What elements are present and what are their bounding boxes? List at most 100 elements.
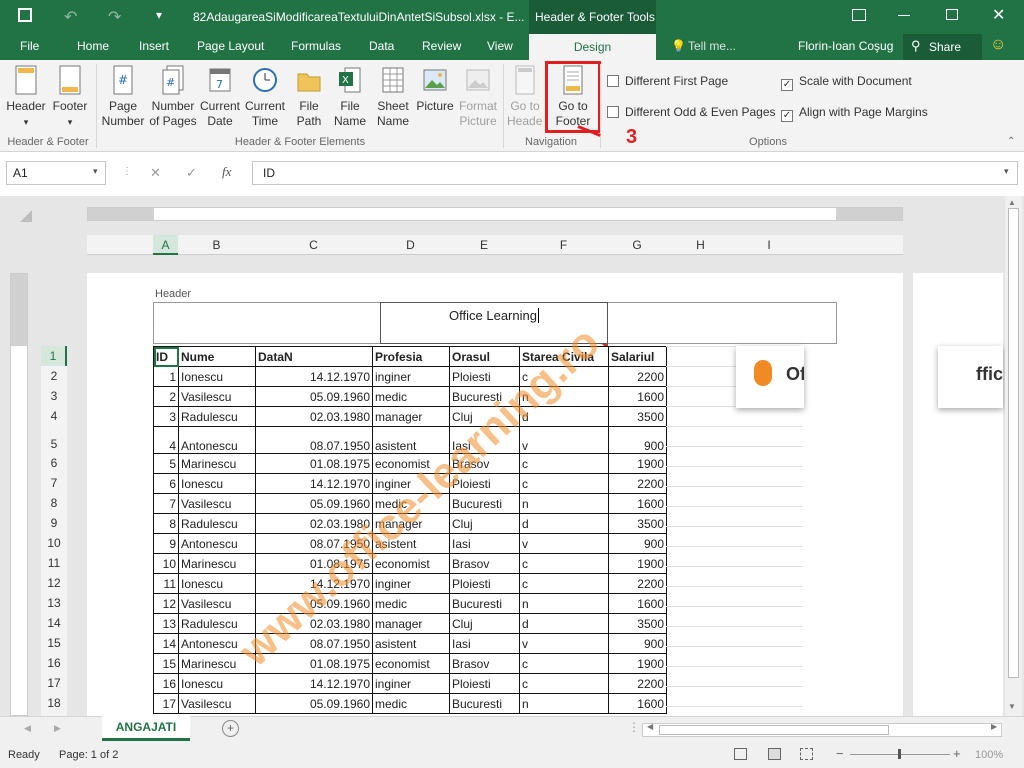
table-cell[interactable]: d (519, 513, 609, 534)
select-all-corner-icon[interactable] (20, 210, 32, 222)
table-cell[interactable]: 13 (153, 613, 179, 634)
row-header-10[interactable]: 10 (41, 533, 67, 553)
scroll-down-icon[interactable]: ▼ (1008, 702, 1016, 711)
table-cell[interactable]: Brasov (449, 553, 520, 574)
table-cell[interactable]: economist (372, 653, 450, 674)
column-header-c[interactable]: C (255, 235, 372, 255)
table-cell[interactable]: Cluj (449, 613, 520, 634)
table-cell[interactable]: Cluj (449, 513, 520, 534)
table-cell[interactable]: v (519, 426, 609, 454)
tab-page-layout[interactable]: Page Layout (197, 39, 264, 53)
header-cell[interactable]: Profesia (372, 346, 450, 367)
table-cell[interactable]: medic (372, 386, 450, 407)
zoom-out-icon[interactable]: − (836, 746, 844, 761)
file-name-button[interactable]: X File Name (333, 64, 367, 129)
table-cell[interactable]: asistent (372, 633, 450, 654)
next-sheet-icon[interactable]: ▶ (54, 723, 61, 734)
name-box[interactable]: A1 (6, 161, 106, 185)
tab-design[interactable]: Design (529, 34, 656, 60)
table-cell[interactable]: d (519, 613, 609, 634)
footer-button[interactable]: Footer ▾ (50, 64, 90, 130)
table-cell[interactable]: Iasi (449, 633, 520, 654)
prev-sheet-icon[interactable]: ◀ (24, 723, 31, 734)
table-cell[interactable]: 2200 (608, 673, 667, 694)
table-cell[interactable]: Radulescu (178, 513, 256, 534)
row-header-8[interactable]: 8 (41, 493, 67, 513)
row-header-3[interactable]: 3 (41, 386, 67, 406)
tab-data[interactable]: Data (369, 39, 394, 53)
table-cell[interactable]: 1600 (608, 386, 667, 407)
table-cell[interactable]: 10 (153, 553, 179, 574)
table-cell[interactable]: Marinescu (178, 653, 256, 674)
row-header-17[interactable]: 17 (41, 673, 67, 693)
row-header-5[interactable]: 5 (41, 426, 67, 453)
row-header-16[interactable]: 16 (41, 653, 67, 673)
column-header-h[interactable]: H (666, 235, 735, 255)
table-cell[interactable]: v (519, 633, 609, 654)
table-cell[interactable]: c (519, 473, 609, 494)
tab-home[interactable]: Home (77, 39, 109, 53)
header-cell[interactable]: ID (153, 346, 179, 367)
page-number-button[interactable]: # Page Number (101, 64, 145, 129)
center-header-text[interactable]: Office Learning (449, 308, 537, 323)
table-cell[interactable]: c (519, 453, 609, 474)
table-cell[interactable]: 3 (153, 406, 179, 427)
table-cell[interactable]: 08.07.1950 (255, 426, 373, 454)
sheet-name-button[interactable]: Sheet Name (374, 64, 412, 129)
table-cell[interactable]: n (519, 693, 609, 714)
column-header-g[interactable]: G (608, 235, 666, 255)
row-header-18[interactable]: 18 (41, 693, 67, 713)
table-cell[interactable]: c (519, 553, 609, 574)
number-of-pages-button[interactable]: # Number of Pages (148, 64, 198, 129)
column-header-a[interactable]: A (153, 235, 178, 255)
table-cell[interactable]: Bucuresti (449, 493, 520, 514)
smiley-feedback-icon[interactable]: ☺ (990, 36, 1006, 54)
table-cell[interactable]: Antonescu (178, 426, 256, 454)
formula-input[interactable]: ID (252, 161, 1018, 185)
tab-insert[interactable]: Insert (139, 39, 169, 53)
table-cell[interactable]: 4 (153, 426, 179, 454)
table-cell[interactable]: 1900 (608, 453, 667, 474)
function-icon[interactable]: fx (222, 164, 231, 180)
page-break-view-icon[interactable] (800, 748, 813, 760)
user-name[interactable]: Florin-Ioan Coşug (798, 39, 893, 53)
table-cell[interactable]: Ploiesti (449, 573, 520, 594)
table-cell[interactable]: c (519, 653, 609, 674)
redo-icon[interactable]: ↷ (108, 7, 121, 27)
table-cell[interactable]: 05.09.1960 (255, 493, 373, 514)
table-cell[interactable]: manager (372, 406, 450, 427)
scroll-left-icon[interactable]: ◀ (647, 722, 653, 731)
table-cell[interactable]: Ionescu (178, 473, 256, 494)
table-cell[interactable]: 16 (153, 673, 179, 694)
row-header-2[interactable]: 2 (41, 366, 67, 386)
row-header-15[interactable]: 15 (41, 633, 67, 653)
scroll-up-icon[interactable]: ▲ (1008, 198, 1016, 207)
undo-icon[interactable]: ↶ (64, 7, 77, 27)
row-header-9[interactable]: 9 (41, 513, 67, 533)
table-cell[interactable]: 7 (153, 493, 179, 514)
table-cell[interactable]: 900 (608, 533, 667, 554)
table-cell[interactable]: 3500 (608, 613, 667, 634)
horizontal-scrollbar[interactable]: ◀ ▶ (642, 722, 1002, 737)
table-cell[interactable]: 1 (153, 366, 179, 387)
normal-view-icon[interactable] (734, 748, 747, 760)
save-icon[interactable] (18, 8, 32, 22)
table-cell[interactable]: v (519, 533, 609, 554)
scroll-right-icon[interactable]: ▶ (991, 722, 997, 731)
tab-splitter-icon[interactable]: ⋮ (628, 720, 640, 734)
zoom-in-icon[interactable]: + (953, 746, 961, 761)
table-cell[interactable]: 900 (608, 426, 667, 454)
table-cell[interactable]: Ionescu (178, 366, 256, 387)
table-cell[interactable]: 05.09.1960 (255, 693, 373, 714)
table-cell[interactable]: Vasilescu (178, 593, 256, 614)
table-cell[interactable]: n (519, 593, 609, 614)
share-button[interactable]: ⚲ Share (903, 34, 982, 60)
minimize-icon[interactable] (898, 15, 910, 16)
different-odd-even-checkbox[interactable]: Different Odd & Even Pages (607, 105, 776, 119)
table-cell[interactable]: 1600 (608, 493, 667, 514)
table-cell[interactable]: Vasilescu (178, 493, 256, 514)
table-cell[interactable]: Brasov (449, 653, 520, 674)
vertical-scrollbar[interactable]: ▲ ▼ (1005, 196, 1022, 716)
cancel-formula-icon[interactable]: ✕ (150, 165, 161, 181)
table-cell[interactable]: inginer (372, 366, 450, 387)
